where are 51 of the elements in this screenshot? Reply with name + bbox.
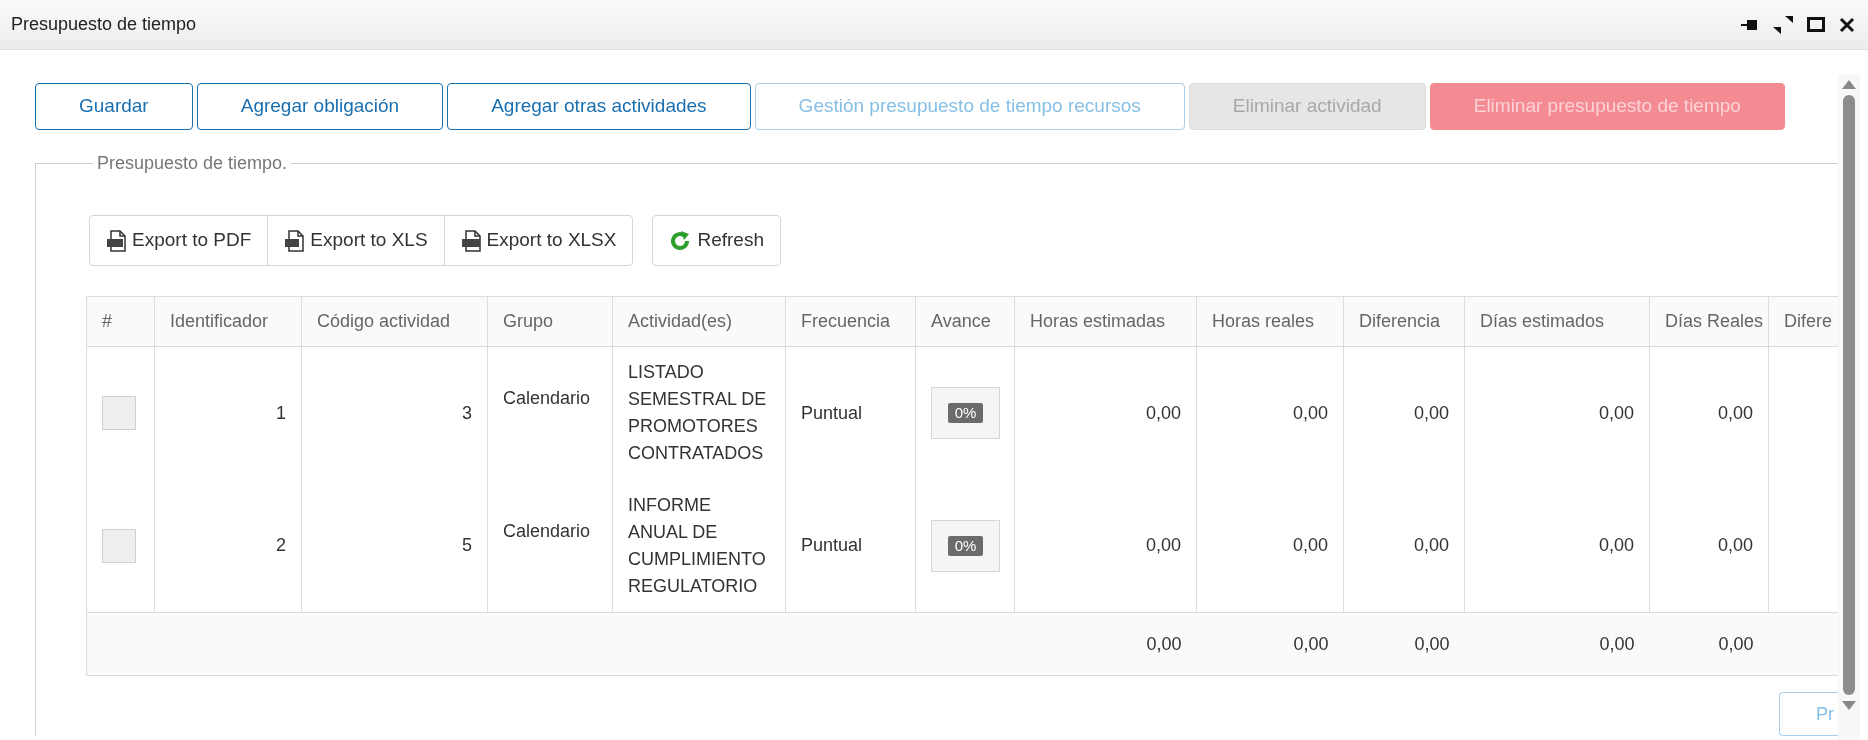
pin-icon[interactable] bbox=[1741, 17, 1759, 32]
document-icon bbox=[106, 229, 126, 252]
total-cell: 0,00 bbox=[1649, 612, 1769, 676]
table-cell: 0,00 bbox=[1464, 346, 1650, 480]
total-cell: 0,00 bbox=[1014, 612, 1197, 676]
table-cell: Calendario bbox=[487, 346, 613, 480]
scroll-up-icon[interactable] bbox=[1842, 80, 1856, 89]
row-checkbox[interactable] bbox=[102, 396, 136, 431]
column-header[interactable]: Frecuencia bbox=[785, 296, 916, 347]
window-title: Presupuesto de tiempo bbox=[11, 13, 197, 36]
column-header[interactable]: # bbox=[86, 296, 155, 347]
refresh-button[interactable]: Refresh bbox=[652, 215, 781, 266]
column-header[interactable]: Horas estimadas bbox=[1014, 296, 1197, 347]
total-cell: 0,00 bbox=[1196, 612, 1344, 676]
column-header[interactable]: Actividad(es) bbox=[612, 296, 786, 347]
export-button[interactable]: Export to XLSX bbox=[443, 215, 634, 266]
column-header[interactable]: Diferencia bbox=[1343, 296, 1465, 347]
action-button[interactable]: Agregar otras actividades bbox=[447, 83, 751, 130]
table-cell: LISTADO SEMESTRAL DE PROMOTORES CONTRATADOS bbox=[612, 346, 786, 480]
section-legend: Presupuesto de tiempo. bbox=[93, 150, 292, 177]
restore-icon[interactable] bbox=[1773, 15, 1793, 34]
document-icon bbox=[460, 229, 481, 252]
column-header[interactable]: Identificador bbox=[154, 296, 302, 347]
maximize-icon[interactable] bbox=[1807, 17, 1825, 32]
column-header[interactable]: Grupo bbox=[487, 296, 613, 347]
scrollbar[interactable] bbox=[1838, 74, 1860, 740]
total-cell: 0,00 bbox=[1343, 612, 1465, 676]
action-button[interactable]: Agregar obligación bbox=[196, 83, 444, 130]
close-icon[interactable] bbox=[1839, 16, 1855, 33]
total-cell: 0,00 bbox=[1464, 612, 1650, 676]
progress-label: 0% bbox=[947, 535, 984, 556]
export-button[interactable]: Export to XLS bbox=[267, 215, 445, 266]
export-button[interactable]: Export to PDF bbox=[89, 215, 269, 266]
table-cell: 3 bbox=[301, 346, 488, 480]
action-button[interactable]: Guardar bbox=[35, 83, 193, 130]
table-cell: 0,00 bbox=[1196, 346, 1344, 480]
table-cell: 0,00 bbox=[1343, 346, 1465, 480]
progress-label: 0% bbox=[947, 403, 984, 424]
column-header[interactable]: Avance bbox=[915, 296, 1015, 347]
column-header[interactable]: Días Reales bbox=[1649, 296, 1769, 347]
table-cell: Puntual bbox=[785, 346, 916, 480]
row-checkbox[interactable] bbox=[102, 528, 136, 563]
column-header[interactable]: Días estimados bbox=[1464, 296, 1650, 347]
column-header[interactable]: Horas reales bbox=[1196, 296, 1344, 347]
column-header[interactable]: Código actividad bbox=[301, 296, 488, 347]
table-cell: 1 bbox=[154, 346, 302, 480]
refresh-icon bbox=[669, 229, 692, 252]
table-cell: 0,00 bbox=[1014, 346, 1197, 480]
scroll-down-icon[interactable] bbox=[1842, 701, 1856, 710]
table-cell: 0,00 bbox=[1649, 346, 1769, 480]
document-icon bbox=[284, 229, 305, 252]
